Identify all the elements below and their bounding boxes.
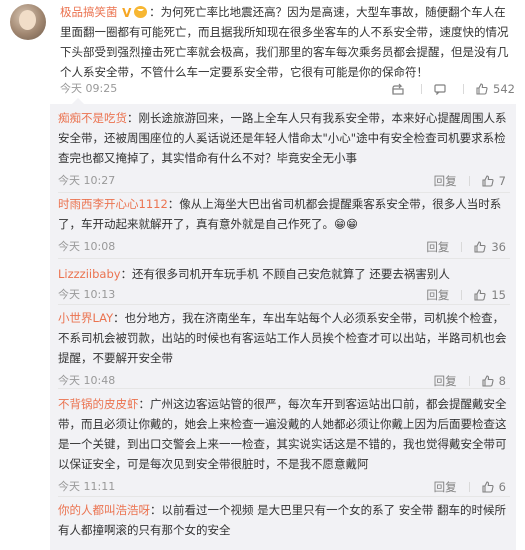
main-comment: 极品搞笑菌 V ：为何死亡率比地震还高？因为是高速，大型车事故，随便翻个车人在里面… (0, 0, 525, 104)
thumbs-up-icon[interactable] (482, 481, 494, 493)
main-comment-text: 极品搞笑菌 V ：为何死亡率比地震还高？因为是高速，大型车事故，随便翻个车人在里面… (60, 2, 515, 82)
reply-time: 今天 10:27 (58, 174, 116, 187)
reply-item: 小世界LAY：也分地方，我在济南坐车，车出车站每个人必须系安全带，司机挨个检查，… (58, 308, 510, 390)
reply-time: 今天 10:48 (58, 374, 116, 387)
like-count: 6 (498, 480, 506, 494)
reply-list: 痴痴不是吃货：刚长途旅游回来，一路上全车人只有我系安全带，本来好心提醒周围人系安… (50, 98, 516, 550)
reply-username[interactable]: 时雨西李开心心1112 (58, 197, 168, 211)
main-comment-username[interactable]: 极品搞笑菌 (60, 5, 118, 19)
thumbs-up-icon[interactable] (482, 175, 494, 187)
divider (58, 192, 510, 193)
reply-item: 你的人都叫浩浩呀：以前看过一个视频 是大巴里只有一个女的系了 安全带 翻车的时候… (58, 500, 510, 540)
like-count: 7 (498, 174, 506, 188)
reply-item: 时雨西李开心心1112：像从上海坐大巴出省司机都会提醒乘客系安全带，很多人当时系… (58, 194, 510, 256)
thumbs-up-icon[interactable] (476, 83, 488, 95)
divider (58, 258, 510, 259)
reply-button[interactable]: 回复 (426, 238, 449, 256)
reply-item: 不背锅的皮皮虾：广州这边客运站管的很严，每次车开到客运站出口前，都会提醒戴安全带… (58, 394, 510, 496)
reply-button[interactable]: 回复 (434, 172, 457, 190)
avatar[interactable] (10, 4, 46, 40)
reply-item: 痴痴不是吃货：刚长途旅游回来，一路上全车人只有我系安全带，本来好心提醒周围人系安… (58, 108, 510, 190)
forward-icon[interactable] (392, 83, 404, 95)
verified-v-icon: V (122, 6, 132, 20)
like-count: 36 (491, 240, 506, 254)
divider (463, 84, 465, 94)
main-comment-time: 今天 09:25 (60, 82, 118, 95)
reply-time: 今天 11:11 (58, 480, 116, 493)
divider (58, 496, 510, 497)
vip-crown-icon (134, 6, 148, 18)
reply-username[interactable]: 你的人都叫浩浩呀 (58, 503, 150, 517)
divider (58, 388, 510, 389)
like-count: 15 (491, 288, 506, 302)
reply-body: ：也分地方，我在济南坐车，车出车站每个人必须系安全带，司机挨个检查，不系司机会被… (58, 311, 507, 365)
reply-body: ：还有很多司机开车玩手机 不顾自己安危就算了 还要去祸害别人 (120, 267, 450, 281)
like-count: 542 (493, 82, 515, 96)
reply-button[interactable]: 回复 (426, 286, 449, 304)
reply-username[interactable]: 不背锅的皮皮虾 (58, 397, 139, 411)
reply-item: Lizzziibaby：还有很多司机开车玩手机 不顾自己安危就算了 还要去祸害别… (58, 264, 510, 304)
reply-username[interactable]: 痴痴不是吃货 (58, 111, 127, 125)
reply-button[interactable]: 回复 (434, 478, 457, 496)
thumbs-up-icon[interactable] (482, 375, 494, 387)
divider (58, 304, 510, 305)
reply-time: 今天 10:08 (58, 240, 116, 253)
reply-username[interactable]: Lizzziibaby (58, 267, 121, 281)
comment-icon[interactable] (434, 83, 446, 95)
divider (421, 84, 423, 94)
thumbs-up-icon[interactable] (474, 289, 486, 301)
main-comment-meta: 今天 09:25 542 (60, 80, 515, 98)
reply-username[interactable]: 小世界LAY (58, 311, 113, 325)
reply-time: 今天 10:13 (58, 288, 116, 301)
thumbs-up-icon[interactable] (474, 241, 486, 253)
